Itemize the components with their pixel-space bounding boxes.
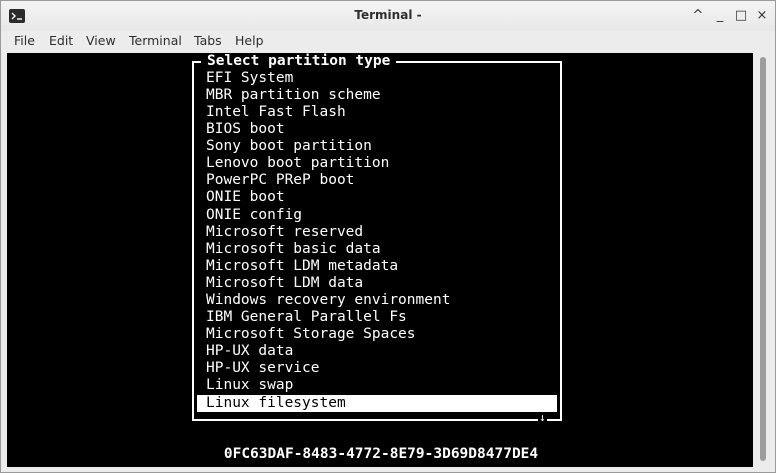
menu-terminal[interactable]: Terminal <box>129 33 182 48</box>
partition-option[interactable]: ONIE config <box>206 207 302 224</box>
partition-option[interactable]: Intel Fast Flash <box>206 104 346 121</box>
menu-tabs[interactable]: Tabs <box>194 33 222 48</box>
window-title: Terminal - <box>354 8 422 22</box>
partition-option[interactable]: HP-UX data <box>206 343 293 360</box>
partition-option[interactable]: HP-UX service <box>206 360 320 377</box>
partition-option[interactable]: PowerPC PReP boot <box>206 172 354 189</box>
close-button[interactable]: × <box>753 7 771 25</box>
partition-type-guid: 0FC63DAF-8483-4772-8E79-3D69D8477DE4 <box>223 446 539 462</box>
menu-help[interactable]: Help <box>235 33 264 48</box>
terminal-window: Terminal - ^ _ □ × File Edit View Termin… <box>0 0 776 473</box>
minimize-button[interactable]: _ <box>711 7 729 25</box>
partition-option[interactable]: Lenovo boot partition <box>206 155 389 172</box>
menu-view[interactable]: View <box>86 33 116 48</box>
partition-option[interactable]: Microsoft LDM metadata <box>206 258 398 275</box>
menu-bar: File Edit View Terminal Tabs Help <box>1 31 775 51</box>
more-below-arrow-icon: ↓ <box>538 411 547 424</box>
menu-edit[interactable]: Edit <box>49 33 73 48</box>
title-bar[interactable]: Terminal - ^ _ □ × <box>1 1 775 31</box>
terminal-scrollbar[interactable] <box>755 53 769 467</box>
partition-option[interactable]: Microsoft reserved <box>206 224 363 241</box>
partition-option-selected[interactable]: Linux filesystem <box>206 395 346 412</box>
maximize-button[interactable]: □ <box>732 7 750 25</box>
scrollbar-thumb[interactable] <box>760 57 766 461</box>
partition-option[interactable]: Microsoft basic data <box>206 241 381 258</box>
partition-option[interactable]: IBM General Parallel Fs <box>206 309 407 326</box>
partition-option[interactable]: BIOS boot <box>206 121 285 138</box>
partition-option[interactable]: EFI System <box>206 70 293 87</box>
partition-option[interactable]: Linux swap <box>206 377 293 394</box>
partition-option[interactable]: MBR partition scheme <box>206 87 381 104</box>
dialog-title: Select partition type <box>201 53 397 70</box>
partition-option[interactable]: Microsoft Storage Spaces <box>206 326 416 343</box>
partition-option[interactable]: Microsoft LDM data <box>206 275 363 292</box>
partition-option[interactable]: ONIE boot <box>206 189 285 206</box>
shade-up-icon[interactable]: ^ <box>689 7 707 25</box>
menu-file[interactable]: File <box>14 33 35 48</box>
partition-option[interactable]: Sony boot partition <box>206 138 372 155</box>
partition-option[interactable]: Windows recovery environment <box>206 292 450 309</box>
